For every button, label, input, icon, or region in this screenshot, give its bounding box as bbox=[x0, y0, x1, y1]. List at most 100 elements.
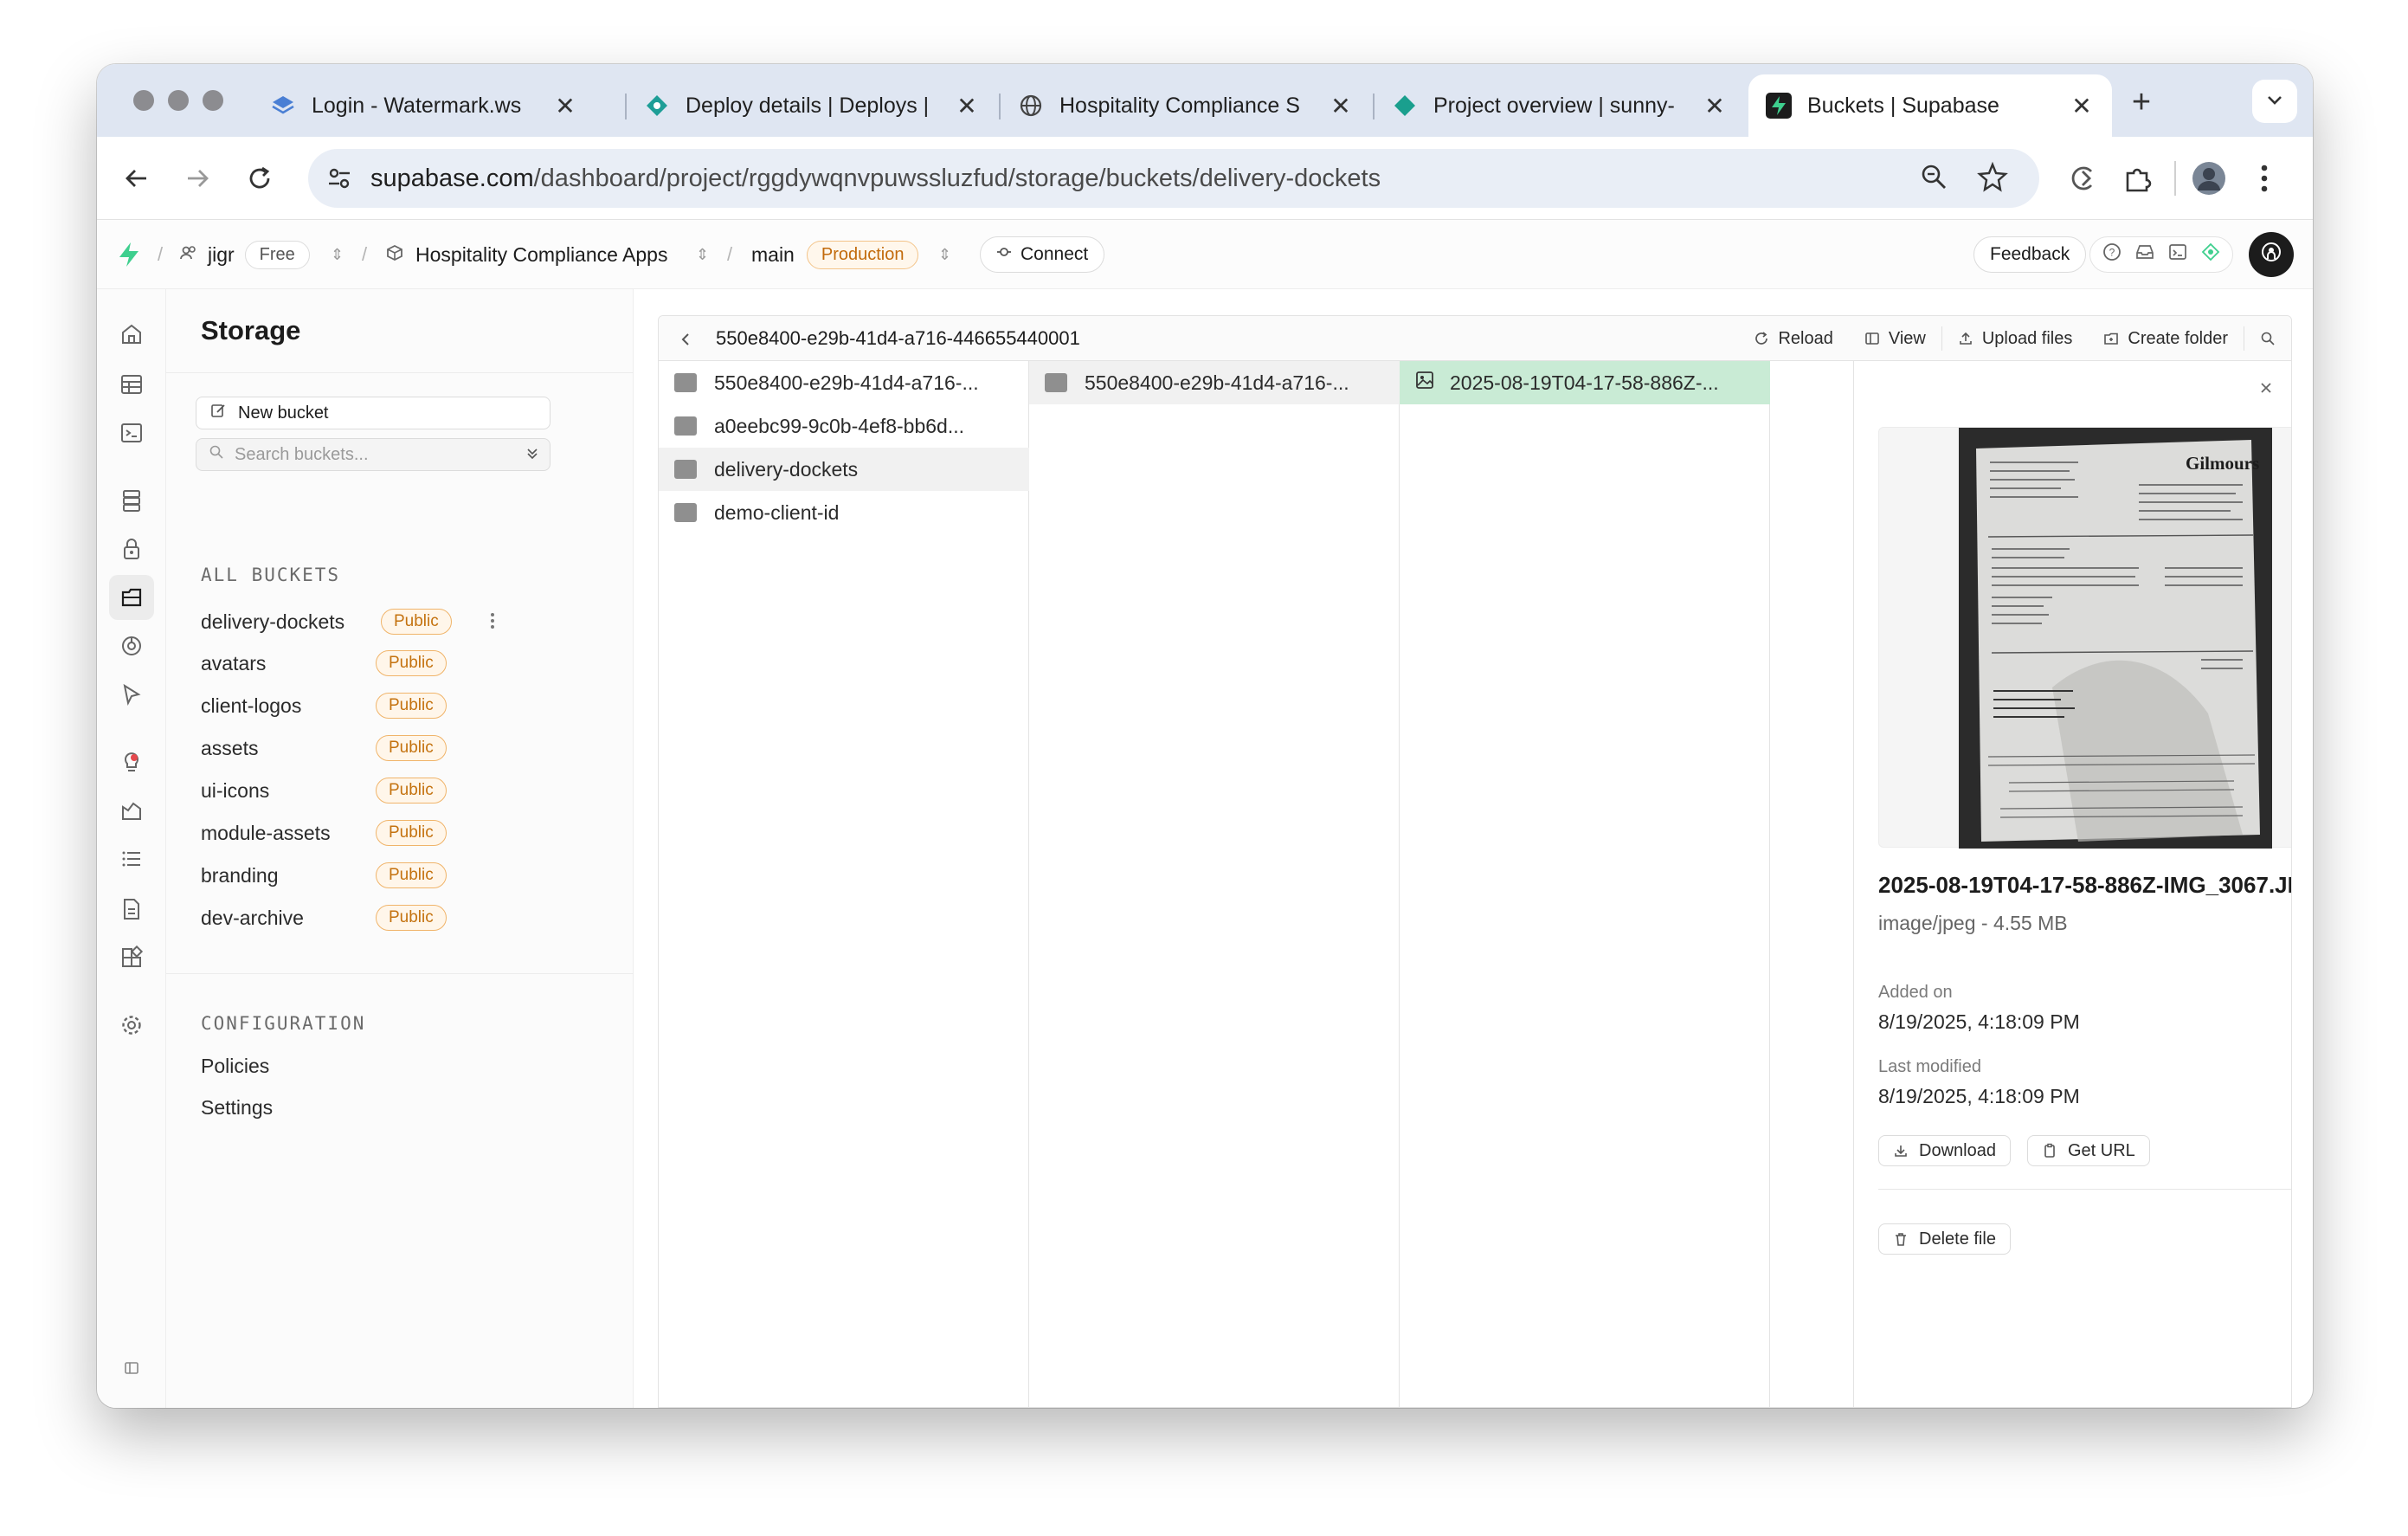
create-folder-button[interactable]: Create folder bbox=[2088, 329, 2244, 349]
collapse-sidebar-icon[interactable] bbox=[109, 1346, 154, 1391]
zoom-icon[interactable] bbox=[1918, 161, 1949, 199]
bucket-item-ui-icons[interactable]: ui-icons Public bbox=[201, 773, 582, 808]
more-vertical-icon[interactable] bbox=[2247, 161, 2282, 196]
bucket-name: branding bbox=[201, 863, 279, 887]
close-icon[interactable] bbox=[2258, 380, 2274, 400]
app-topbar: / jigr Free ⇕ / Hospitality Compliance A… bbox=[97, 220, 2313, 289]
profile-avatar[interactable] bbox=[2192, 161, 2226, 196]
inbox-icon[interactable] bbox=[2135, 242, 2154, 267]
close-icon[interactable]: ✕ bbox=[1702, 92, 1728, 120]
tab-watermark[interactable]: Login - Watermark.ws ✕ bbox=[253, 74, 596, 137]
get-url-button[interactable]: Get URL bbox=[2027, 1135, 2150, 1166]
explorer-column: 550e8400-e29b-41d4-a716-... a0eebc99-9c0… bbox=[659, 361, 1029, 1407]
tab-hospitality[interactable]: Hospitality Compliance S ✕ bbox=[1001, 74, 1371, 137]
close-icon[interactable]: ✕ bbox=[954, 92, 980, 120]
folder-row[interactable]: 550e8400-e29b-41d4-a716-... bbox=[1029, 361, 1400, 404]
terminal-icon[interactable] bbox=[2168, 242, 2187, 267]
forward-button[interactable] bbox=[180, 161, 215, 196]
settings-gear-icon[interactable] bbox=[109, 1003, 154, 1048]
chevron-updown-icon[interactable]: ⇕ bbox=[331, 220, 344, 289]
close-icon[interactable]: ✕ bbox=[552, 92, 578, 120]
close-icon[interactable]: ✕ bbox=[1328, 92, 1354, 120]
search-files-button[interactable] bbox=[2244, 331, 2291, 346]
public-badge: Public bbox=[376, 905, 447, 931]
edge-functions-icon[interactable] bbox=[109, 623, 154, 668]
assistant-icon[interactable] bbox=[2201, 242, 2220, 267]
integrations-icon[interactable] bbox=[109, 935, 154, 980]
bucket-item-client-logos[interactable]: client-logos Public bbox=[201, 688, 582, 723]
reports-icon[interactable] bbox=[109, 788, 154, 833]
public-badge: Public bbox=[376, 862, 447, 888]
settings-link[interactable]: Settings bbox=[201, 1096, 273, 1120]
advisors-icon[interactable] bbox=[109, 739, 154, 784]
home-icon[interactable] bbox=[109, 312, 154, 357]
view-button[interactable]: View bbox=[1849, 329, 1941, 349]
tab-search-button[interactable] bbox=[2252, 80, 2297, 123]
bookmark-star-icon[interactable] bbox=[1977, 161, 2008, 199]
bucket-item-avatars[interactable]: avatars Public bbox=[201, 646, 582, 681]
reload-button[interactable]: Reload bbox=[1738, 329, 1848, 349]
extension-icon[interactable] bbox=[2065, 161, 2100, 196]
public-badge: Public bbox=[376, 778, 447, 803]
file-row[interactable]: 2025-08-19T04-17-58-886Z-... bbox=[1400, 361, 1770, 404]
chevron-left-icon[interactable] bbox=[679, 330, 692, 352]
connect-button[interactable]: Connect bbox=[980, 220, 1105, 289]
folder-row[interactable]: a0eebc99-9c0b-4ef8-bb6d... bbox=[659, 404, 1029, 448]
chevron-updown-icon[interactable]: ⇕ bbox=[938, 220, 951, 289]
logs-icon[interactable] bbox=[109, 836, 154, 881]
api-docs-icon[interactable] bbox=[109, 887, 154, 932]
auth-lock-icon[interactable] bbox=[109, 526, 154, 571]
address-bar[interactable]: supabase.com/dashboard/project/rggdywqnv… bbox=[308, 149, 2039, 208]
tab-project-overview[interactable]: Project overview | sunny- ✕ bbox=[1375, 74, 1745, 137]
breadcrumb-separator: / bbox=[158, 243, 164, 265]
zoom-window-dot[interactable] bbox=[203, 90, 223, 111]
search-placeholder: Search buckets... bbox=[235, 444, 369, 464]
supabase-icon bbox=[1766, 93, 1792, 119]
realtime-icon[interactable] bbox=[109, 672, 154, 717]
org-selector[interactable]: jigr Free bbox=[180, 220, 310, 289]
feedback-button[interactable]: Feedback bbox=[1973, 220, 2087, 289]
new-tab-button[interactable]: + bbox=[2122, 85, 2160, 119]
close-icon[interactable]: ✕ bbox=[2069, 92, 2095, 120]
refresh-icon bbox=[1755, 332, 1768, 345]
storage-icon[interactable] bbox=[109, 575, 154, 620]
public-badge: Public bbox=[381, 609, 452, 635]
tab-deploy-details[interactable]: Deploy details | Deploys | ✕ bbox=[627, 74, 997, 137]
new-bucket-button[interactable]: New bucket bbox=[196, 397, 550, 429]
github-icon bbox=[2260, 241, 2282, 268]
branch-selector[interactable]: main Production bbox=[751, 220, 919, 289]
close-window-dot[interactable] bbox=[133, 90, 154, 111]
bucket-item-module-assets[interactable]: module-assets Public bbox=[201, 816, 582, 850]
bucket-item-branding[interactable]: branding Public bbox=[201, 858, 582, 893]
site-settings-icon[interactable] bbox=[322, 161, 357, 196]
delete-file-button[interactable]: Delete file bbox=[1878, 1223, 2011, 1255]
back-button[interactable] bbox=[119, 161, 154, 196]
tab-buckets-supabase[interactable]: Buckets | Supabase ✕ bbox=[1748, 74, 2112, 137]
chevron-updown-icon[interactable]: ⇕ bbox=[696, 220, 709, 289]
policies-link[interactable]: Policies bbox=[201, 1055, 269, 1078]
minimize-window-dot[interactable] bbox=[168, 90, 189, 111]
project-selector[interactable]: Hospitality Compliance Apps bbox=[386, 220, 667, 289]
bucket-item-assets[interactable]: assets Public bbox=[201, 731, 582, 765]
supabase-logo[interactable] bbox=[118, 220, 140, 289]
puzzle-icon[interactable] bbox=[2121, 161, 2155, 196]
sort-icon[interactable] bbox=[525, 446, 539, 467]
user-avatar[interactable] bbox=[2249, 220, 2294, 289]
folder-row[interactable]: delivery-dockets bbox=[659, 448, 1029, 491]
search-buckets-input[interactable]: Search buckets... bbox=[196, 438, 550, 471]
reload-button[interactable] bbox=[242, 161, 277, 196]
more-vertical-icon[interactable] bbox=[490, 611, 495, 636]
new-bucket-label: New bucket bbox=[238, 403, 329, 423]
bucket-item-dev-archive[interactable]: dev-archive Public bbox=[201, 900, 582, 935]
folder-plus-icon bbox=[2104, 332, 2119, 345]
folder-row[interactable]: demo-client-id bbox=[659, 491, 1029, 534]
table-editor-icon[interactable] bbox=[109, 362, 154, 407]
upload-files-button[interactable]: Upload files bbox=[1942, 329, 2089, 349]
bucket-item-delivery-dockets[interactable]: delivery-dockets Public bbox=[201, 604, 582, 639]
download-button[interactable]: Download bbox=[1878, 1135, 2011, 1166]
sql-editor-icon[interactable] bbox=[109, 410, 154, 455]
breadcrumb-separator: / bbox=[362, 243, 368, 265]
folder-row[interactable]: 550e8400-e29b-41d4-a716-... bbox=[659, 361, 1029, 404]
help-icon[interactable]: ? bbox=[2102, 242, 2121, 267]
database-icon[interactable] bbox=[109, 478, 154, 523]
